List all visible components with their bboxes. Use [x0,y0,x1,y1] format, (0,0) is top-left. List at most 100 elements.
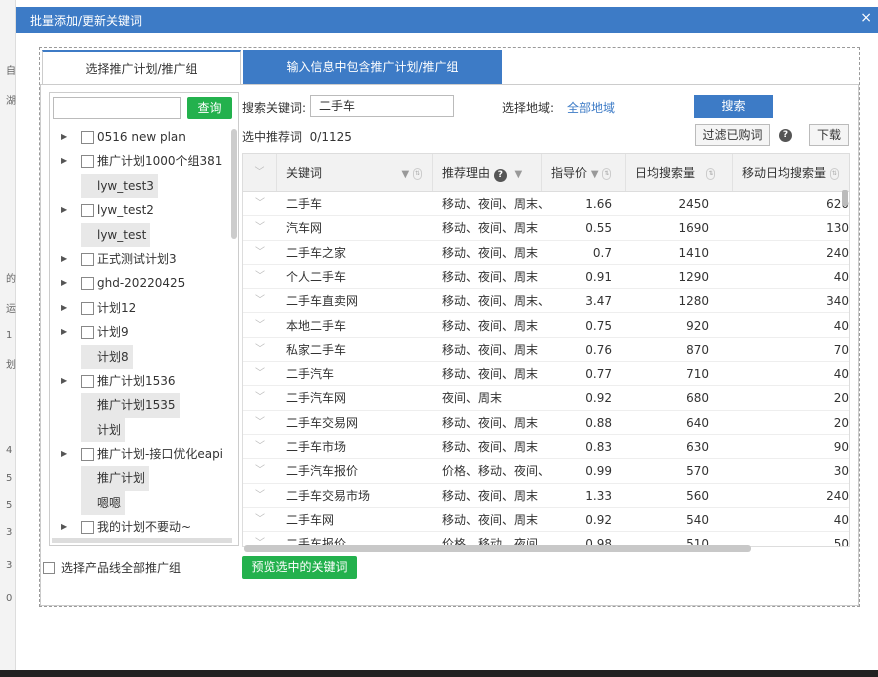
tree-checkbox[interactable] [81,521,94,535]
tree-item[interactable]: ▶ lyw_test2 [50,198,228,222]
row-select-icon[interactable]: ﹀ [243,411,277,434]
table-row[interactable]: ﹀ 二手汽车报价 价格、移动、夜间、 0.99 570 30 [243,459,849,484]
table-row[interactable]: ﹀ 二手汽车 移动、夜间、周末 0.77 710 40 [243,362,849,387]
expand-icon[interactable]: ▶ [61,369,67,393]
tree-item[interactable]: 计划 [50,417,228,443]
expand-icon[interactable]: ▶ [61,198,67,222]
expand-icon[interactable]: ▶ [61,125,67,149]
table-row[interactable]: ﹀ 二手车交易市场 移动、夜间、周末 1.33 560 240 [243,484,849,508]
tree-item[interactable]: ▶ 推广计划1000个组381 [50,149,228,173]
sort-icon[interactable]: ⇅ [602,167,612,180]
tree-scrollbar[interactable] [231,129,237,239]
tree-checkbox[interactable] [81,252,94,266]
table-row[interactable]: ﹀ 本地二手车 移动、夜间、周末 0.75 920 40 [243,314,849,338]
row-select-icon[interactable]: ﹀ [243,338,277,361]
expand-icon[interactable]: ▶ [61,247,67,271]
query-button[interactable]: 查询 [187,97,232,119]
region-select[interactable]: 全部地域 [567,99,615,116]
expand-icon[interactable]: ▶ [61,149,67,173]
tree-item[interactable]: 嗯嗯 [50,490,228,516]
table-cell: 移动、夜间、周末 [442,488,539,503]
tree-checkbox[interactable] [81,204,94,218]
table-row[interactable]: ﹀ 二手车之家 移动、夜间、周末 0.7 1410 240 [243,241,849,265]
row-select-icon[interactable]: ﹀ [243,289,277,312]
tab-select-plan[interactable]: 选择推广计划/推广组 [42,50,241,84]
tree-checkbox[interactable] [81,326,94,340]
col-keyword[interactable]: 关键词 ▼ ⇅ [278,154,433,191]
col-mobile-search[interactable]: 移动日均搜索量 ⇅ [734,154,849,191]
table-row[interactable]: ﹀ 二手车直卖网 移动、夜间、周末、 3.47 1280 340 [243,289,849,314]
filter-purchased-button[interactable]: 过滤已购词 [695,124,770,146]
expand-icon[interactable]: ▶ [61,320,67,344]
tree-item[interactable]: 计划8 [50,344,228,369]
table-row[interactable]: ﹀ 二手汽车网 夜间、周末 0.92 680 20 [243,386,849,411]
tree-item[interactable]: ▶ 推广计划-接口优化eapi [50,442,228,466]
table-row[interactable]: ﹀ 汽车网 移动、夜间、周末 0.55 1690 130 [243,216,849,241]
tree-item[interactable]: 推广计划1535 [50,393,228,418]
row-select-icon[interactable]: ﹀ [243,362,277,385]
row-select-icon[interactable]: ﹀ [243,314,277,337]
download-button[interactable]: 下载 [809,124,849,146]
row-select-icon[interactable]: ﹀ [243,192,277,215]
help-icon[interactable]: ? [779,129,792,142]
table-vscrollbar[interactable] [842,190,848,206]
select-all-checkbox[interactable] [43,562,55,574]
filter-icon[interactable]: ▼ [514,169,522,180]
col-price[interactable]: 指导价 ▼ ⇅ [543,154,626,191]
search-button[interactable]: 搜索 [694,95,773,118]
row-select-icon[interactable]: ﹀ [243,386,277,409]
preview-selected-button[interactable]: 预览选中的关键词 [242,556,357,579]
table-row[interactable]: ﹀ 二手车交易网 移动、夜间、周末 0.88 640 20 [243,411,849,435]
expand-icon[interactable]: ▶ [61,442,67,466]
row-select-icon[interactable]: ﹀ [243,216,277,239]
tree-item[interactable]: ▶ 计划9 [50,320,228,344]
sort-icon[interactable]: ⇅ [829,167,839,180]
close-icon[interactable]: × [860,10,872,26]
expand-icon[interactable]: ▶ [61,271,67,295]
tree-checkbox[interactable] [81,277,94,291]
tree-item[interactable]: ▶ 计划12 [50,296,228,320]
expand-icon[interactable]: ▶ [61,296,67,320]
row-select-icon[interactable]: ﹀ [243,484,277,507]
table-row[interactable]: ﹀ 二手车网 移动、夜间、周末 0.92 540 40 [243,508,849,533]
tree-checkbox[interactable] [81,374,94,388]
filter-icon[interactable]: ▼ [591,169,599,180]
tab-input-plan[interactable]: 输入信息中包含推广计划/推广组 [243,50,502,84]
side-glyph: 1 [6,330,13,341]
table-hscrollbar[interactable] [244,545,751,552]
select-all-rows-icon[interactable]: ﹀ [243,154,277,191]
row-select-icon[interactable]: ﹀ [243,241,277,264]
tree-item[interactable]: ▶ 0516 new plan [50,125,228,149]
col-reason[interactable]: 推荐理由 ? ▼ [434,154,542,191]
tree-checkbox[interactable] [81,131,94,144]
tree-checkbox[interactable] [81,448,94,462]
tree-hscrollbar[interactable] [52,538,232,543]
tree-item[interactable]: ▶ 推广计划1536 [50,369,228,393]
table-row[interactable]: ﹀ 个人二手车 移动、夜间、周末 0.91 1290 40 [243,265,849,290]
col-keyword-label: 关键词 [286,166,323,180]
plan-search-input[interactable] [53,97,181,119]
table-cell: 2450 [678,197,709,211]
tree-item[interactable]: lyw_test3 [50,173,228,199]
table-row[interactable]: ﹀ 二手车 移动、夜间、周末、 1.66 2450 620 [243,192,849,217]
table-row[interactable]: ﹀ 私家二手车 移动、夜间、周末 0.76 870 70 [243,338,849,363]
tree-item[interactable]: lyw_test [50,222,228,247]
table-row[interactable]: ﹀ 二手车市场 移动、夜间、周末 0.83 630 90 [243,435,849,460]
table-header: ﹀ 关键词 ▼ ⇅ 推荐理由 ? ▼ 指导价 ▼ ⇅ 日均搜索量 ⇅ 移动日均搜索… [243,154,849,192]
row-select-icon[interactable]: ﹀ [243,459,277,482]
keyword-input[interactable]: 二手车 [310,95,454,117]
row-select-icon[interactable]: ﹀ [243,508,277,531]
row-select-icon[interactable]: ﹀ [243,435,277,458]
tree-checkbox[interactable] [81,155,94,169]
expand-icon[interactable]: ▶ [61,515,67,539]
tree-item[interactable]: ▶ 我的计划不要动~ [50,515,228,539]
help-icon[interactable]: ? [493,169,507,182]
col-daily-search[interactable]: 日均搜索量 ⇅ [627,154,733,191]
tree-item[interactable]: ▶ 正式测试计划3 [50,247,228,271]
tree-item[interactable]: 推广计划 [50,466,228,491]
tree-item[interactable]: ▶ ghd-20220425 [50,271,228,295]
sort-icon[interactable]: ⇅ [706,167,716,180]
filter-icon[interactable]: ▼ ⇅ [401,154,422,191]
tree-checkbox[interactable] [81,301,94,315]
row-select-icon[interactable]: ﹀ [243,265,277,288]
